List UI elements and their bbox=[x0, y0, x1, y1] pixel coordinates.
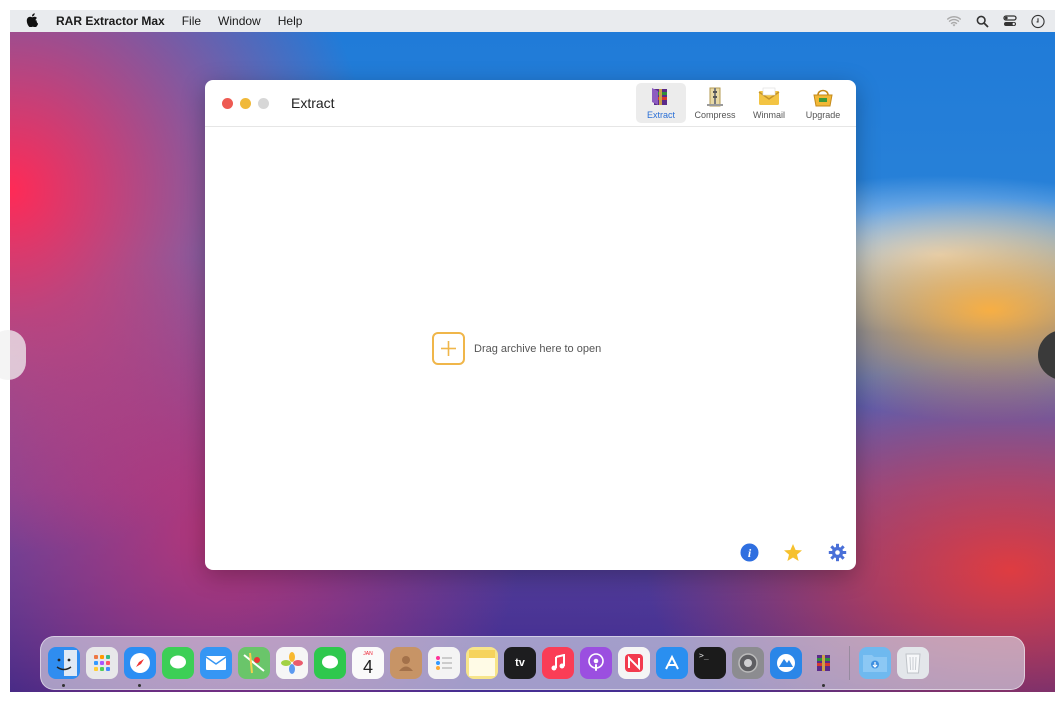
plus-icon bbox=[441, 341, 456, 356]
menu-file[interactable]: File bbox=[182, 14, 201, 28]
winmail-icon bbox=[758, 87, 780, 105]
apple-icon[interactable] bbox=[26, 12, 44, 30]
dock-item-tv[interactable]: tv bbox=[504, 647, 536, 679]
system-preferences-icon bbox=[732, 647, 764, 679]
dock-item-system-preferences[interactable] bbox=[732, 647, 764, 679]
window-title: Extract bbox=[291, 95, 335, 111]
dock-item-finder[interactable] bbox=[48, 647, 80, 687]
window-footer-actions: i bbox=[739, 542, 847, 562]
news-icon bbox=[618, 647, 650, 679]
running-indicator bbox=[62, 684, 65, 687]
tab-winmail-label: Winmail bbox=[752, 110, 785, 120]
notes-icon bbox=[466, 647, 498, 679]
reminders-icon bbox=[428, 647, 460, 679]
menu-bar-status bbox=[947, 14, 1045, 28]
tab-upgrade[interactable]: Upgrade bbox=[798, 83, 848, 123]
menu-bar: RAR Extractor Max File Window Help bbox=[10, 10, 1055, 32]
window-titlebar: Extract Extract Compress Winmail Upgrade bbox=[205, 80, 856, 127]
dock-item-podcasts[interactable] bbox=[580, 647, 612, 679]
dock-item-terminal[interactable]: >_ bbox=[694, 647, 726, 679]
compress-icon bbox=[707, 87, 723, 107]
maps-icon bbox=[238, 647, 270, 679]
menu-window[interactable]: Window bbox=[218, 14, 261, 28]
menu-app-name[interactable]: RAR Extractor Max bbox=[56, 14, 165, 28]
info-icon[interactable]: i bbox=[739, 542, 759, 562]
search-icon[interactable] bbox=[975, 14, 989, 28]
downloads-folder-icon bbox=[862, 651, 888, 676]
rar-extractor-icon bbox=[808, 647, 840, 679]
mail-icon bbox=[200, 647, 232, 679]
dock-item-reminders[interactable] bbox=[428, 647, 460, 679]
app-store-icon bbox=[656, 647, 688, 679]
tv-icon: tv bbox=[504, 647, 536, 679]
messages-icon bbox=[162, 647, 194, 679]
photos-icon bbox=[276, 647, 308, 679]
add-archive-button[interactable] bbox=[432, 332, 465, 365]
trash-icon bbox=[904, 650, 922, 677]
close-button[interactable] bbox=[222, 97, 233, 109]
tab-upgrade-label: Upgrade bbox=[805, 110, 841, 120]
extract-icon bbox=[652, 88, 667, 105]
dock-item-app-store[interactable] bbox=[656, 647, 688, 679]
gear-icon[interactable] bbox=[827, 542, 847, 562]
drop-zone[interactable]: Drag archive here to open bbox=[432, 332, 601, 365]
dock-item-contacts[interactable] bbox=[390, 647, 422, 679]
dock-item-downloads-folder[interactable] bbox=[859, 647, 891, 679]
menu-help[interactable]: Help bbox=[278, 14, 303, 28]
dock-item-news[interactable] bbox=[618, 647, 650, 679]
tab-extract[interactable]: Extract bbox=[636, 83, 686, 123]
tab-winmail[interactable]: Winmail bbox=[744, 83, 794, 123]
window-controls bbox=[222, 97, 269, 109]
tab-compress-label: Compress bbox=[694, 110, 736, 120]
launchpad-icon bbox=[86, 647, 118, 679]
previous-arrow-button[interactable] bbox=[0, 330, 26, 380]
safari-icon bbox=[124, 647, 156, 679]
tab-compress[interactable]: Compress bbox=[690, 83, 740, 123]
dock-item-messages[interactable] bbox=[162, 647, 194, 679]
dock-item-facetime[interactable] bbox=[314, 647, 346, 679]
clock-icon[interactable] bbox=[1031, 14, 1045, 28]
window-toolbar: Extract Compress Winmail Upgrade bbox=[636, 83, 848, 123]
dock-item-installer[interactable] bbox=[770, 647, 802, 679]
calendar-day: 4 bbox=[362, 657, 373, 677]
dock-item-photos[interactable] bbox=[276, 647, 308, 679]
tv-label: tv bbox=[515, 657, 525, 669]
running-indicator bbox=[138, 684, 141, 687]
dock-item-notes[interactable] bbox=[466, 647, 498, 679]
dock-item-trash[interactable] bbox=[897, 647, 929, 679]
star-icon[interactable] bbox=[783, 542, 803, 562]
zoom-button[interactable] bbox=[258, 97, 269, 109]
dock-item-launchpad[interactable] bbox=[86, 647, 118, 679]
dock-separator bbox=[849, 646, 850, 680]
upgrade-icon bbox=[813, 89, 833, 107]
music-icon bbox=[542, 647, 574, 679]
dock-item-calendar[interactable]: JAN 4 bbox=[352, 647, 384, 679]
calendar-icon: JAN 4 bbox=[352, 647, 384, 679]
installer-icon bbox=[770, 647, 802, 679]
contacts-icon bbox=[390, 647, 422, 679]
facetime-icon bbox=[314, 647, 346, 679]
minimize-button[interactable] bbox=[240, 97, 251, 109]
dock-item-safari[interactable] bbox=[124, 647, 156, 687]
wifi-icon[interactable] bbox=[947, 14, 961, 28]
running-indicator bbox=[822, 684, 825, 687]
app-window: Extract Extract Compress Winmail Upgrade… bbox=[205, 80, 856, 570]
dock-item-music[interactable] bbox=[542, 647, 574, 679]
control-center-icon[interactable] bbox=[1003, 14, 1017, 28]
terminal-icon: >_ bbox=[699, 651, 709, 660]
podcasts-icon bbox=[580, 647, 612, 679]
dock-item-maps[interactable] bbox=[238, 647, 270, 679]
dock-item-rar-extractor[interactable] bbox=[808, 647, 840, 687]
dock: JAN 4 tv >_ bbox=[40, 636, 1025, 690]
finder-icon bbox=[48, 647, 80, 679]
dock-item-mail[interactable] bbox=[200, 647, 232, 679]
drop-hint-text: Drag archive here to open bbox=[474, 342, 602, 355]
tab-extract-label: Extract bbox=[646, 110, 675, 120]
